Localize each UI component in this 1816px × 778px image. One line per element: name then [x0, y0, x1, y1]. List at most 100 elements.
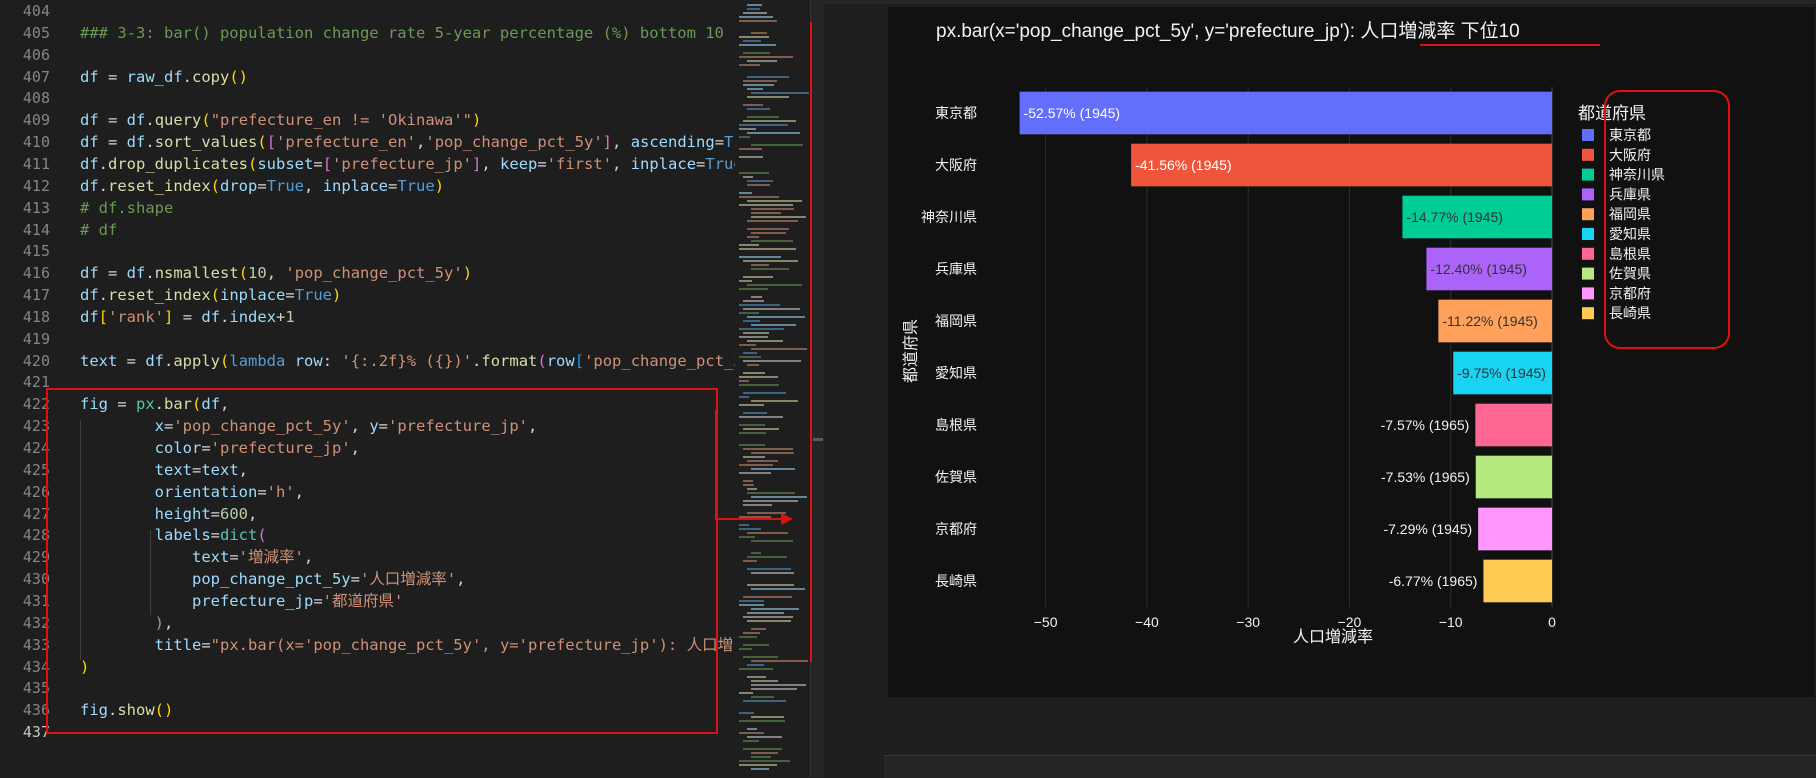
minimap-line [739, 248, 796, 250]
y-tick-label: 京都府 [935, 521, 977, 537]
minimap-line [747, 8, 760, 10]
minimap-line [743, 80, 777, 82]
minimap-line [743, 104, 763, 106]
minimap-line [739, 192, 752, 194]
code-text[interactable]: df = df.nsmallest(10, 'pop_change_pct_5y… [80, 262, 472, 285]
code-text[interactable]: df['rank'] = df.index+1 [80, 306, 295, 329]
code-token: = [285, 286, 295, 305]
minimap-line [743, 748, 782, 750]
code-text[interactable]: # df [80, 219, 117, 242]
bars[interactable]: -52.57% (1945) -41.56% (1945) -14.77% (194… [1019, 91, 1552, 603]
x-axis-title: 人口増減率 [1293, 628, 1373, 646]
code-line[interactable]: 420 text = df.apply(lambda row: '{:.2f}% … [0, 350, 735, 373]
minimap-line [743, 632, 760, 634]
minimap[interactable] [735, 0, 810, 777]
code-line[interactable]: 418 df['rank'] = df.index+1 [0, 306, 735, 329]
minimap-line [751, 752, 778, 754]
y-tick-label: 愛知県 [935, 365, 977, 381]
minimap-line [743, 40, 761, 42]
legend-highlight-box [1604, 90, 1730, 349]
minimap-line [743, 616, 793, 618]
code-line[interactable]: 410 df = df.sort_values(['prefecture_en',… [0, 131, 735, 154]
code-text[interactable]: # df.shape [80, 197, 173, 220]
minimap-line [739, 44, 776, 46]
code-line[interactable]: 417 df.reset_index(inplace=True) [0, 284, 735, 307]
minimap-line [739, 692, 753, 694]
code-token: [ [266, 133, 277, 152]
code-token: ] [602, 133, 613, 152]
minimap-line [743, 480, 753, 482]
minimap-line [743, 504, 772, 506]
code-line[interactable]: 419 [0, 328, 735, 351]
code-line[interactable]: 413 # df.shape [0, 197, 735, 220]
code-text[interactable]: df.reset_index(drop=True, inplace=True) [80, 175, 444, 198]
bar-data-label: -14.77% (1945) [1406, 209, 1503, 225]
line-number: 414 [22, 220, 50, 239]
bar[interactable] [1483, 559, 1552, 603]
code-line[interactable]: 409 df = df.query("prefecture_en != 'Okin… [0, 109, 735, 132]
bar[interactable] [1475, 403, 1552, 447]
code-token: index [229, 307, 277, 326]
minimap-line [739, 712, 754, 714]
minimap-line [739, 244, 759, 246]
legend-swatch [1582, 129, 1594, 141]
code-token: drop_duplicates [108, 154, 248, 173]
line-number: 413 [22, 198, 50, 217]
code-line[interactable]: 415 [0, 240, 735, 263]
y-tick-label: 長崎県 [935, 573, 977, 589]
line-number: 418 [22, 307, 50, 326]
y-tick-label: 福岡県 [935, 313, 977, 329]
minimap-line [747, 676, 766, 678]
minimap-line [751, 208, 794, 210]
bar[interactable] [1475, 455, 1552, 499]
code-token: ( [210, 176, 221, 195]
code-text[interactable]: df = df.query("prefecture_en != 'Okinawa… [80, 109, 481, 132]
minimap-line [751, 696, 774, 698]
code-line[interactable]: 404 [0, 0, 735, 23]
code-token: . [98, 154, 109, 173]
code-token: reset_index [108, 176, 211, 195]
minimap-line [739, 344, 756, 346]
code-line[interactable]: 412 df.reset_index(drop=True, inplace=Tru… [0, 175, 735, 198]
bar-data-label: -12.40% (1945) [1430, 261, 1527, 277]
code-line[interactable]: 414 # df [0, 219, 735, 242]
code-line[interactable]: 416 df = df.nsmallest(10, 'pop_change_pct… [0, 262, 735, 285]
code-text[interactable]: df = df.sort_values(['prefecture_en','po… [80, 131, 735, 154]
annotation-connector [715, 410, 717, 520]
code-text[interactable]: df = raw_df.copy() [80, 66, 248, 89]
code-token: ( [248, 154, 258, 173]
code-line[interactable]: 408 [0, 87, 735, 110]
code-token: apply [173, 351, 221, 370]
pane-splitter[interactable] [810, 0, 825, 777]
code-text[interactable]: ### 3-3: bar() population change rate 5-… [80, 22, 724, 45]
line-number: 423 [22, 417, 50, 436]
code-token: '{:.2f}% ({})' [341, 351, 473, 370]
code-text[interactable]: text = df.apply(lambda row: '{:.2f}% ({}… [80, 350, 735, 373]
legend-swatch [1582, 267, 1594, 280]
code-line[interactable]: 411 df.drop_duplicates(subset=['prefectur… [0, 153, 735, 176]
minimap-line [739, 380, 749, 382]
bar[interactable] [1478, 507, 1552, 551]
minimap-line [739, 464, 773, 466]
minimap-line [743, 308, 800, 310]
minimap-line [747, 200, 802, 202]
line-number: 410 [22, 133, 50, 152]
minimap-line [743, 560, 757, 562]
code-line[interactable]: 405 ### 3-3: bar() population change rate… [0, 22, 735, 45]
minimap-line [747, 584, 794, 586]
minimap-line [743, 84, 774, 86]
code-token: . [145, 133, 155, 152]
minimap-line [739, 384, 779, 386]
code-token: ( [238, 264, 249, 283]
minimap-line [739, 304, 780, 306]
splitter-handle[interactable] [813, 438, 823, 441]
bar-data-label: -7.29% (1945) [1383, 521, 1472, 537]
minimap-line [739, 280, 752, 282]
code-text[interactable]: df.reset_index(inplace=True) [80, 284, 341, 307]
code-text[interactable]: df.drop_duplicates(subset=['prefecture_j… [80, 153, 735, 176]
minimap-line [739, 328, 784, 330]
title-underline [1420, 44, 1600, 46]
minimap-line [751, 232, 786, 234]
code-line[interactable]: 407 df = raw_df.copy() [0, 66, 735, 89]
code-line[interactable]: 406 [0, 44, 735, 67]
